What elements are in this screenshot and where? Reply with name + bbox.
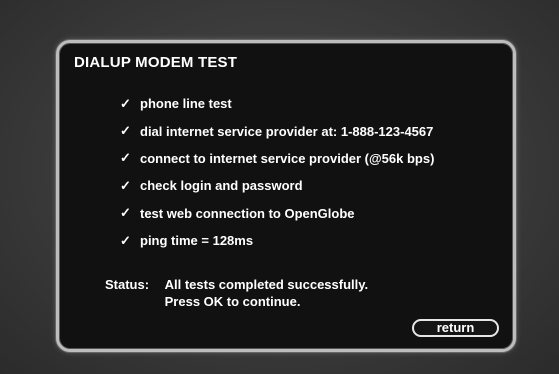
- status-label: Status:: [105, 277, 150, 292]
- check-icon: ✓: [120, 95, 131, 111]
- test-item-ping: ✓ ping time = 128ms: [120, 227, 434, 254]
- check-icon: ✓: [120, 205, 131, 221]
- test-label: dial internet service provider at: 1-888…: [140, 123, 434, 139]
- screen-background: DIALUP MODEM TEST ✓ phone line test ✓ di…: [0, 0, 559, 374]
- check-icon: ✓: [120, 150, 131, 166]
- test-label: connect to internet service provider (@5…: [140, 150, 435, 166]
- check-icon: ✓: [120, 123, 131, 139]
- dialup-test-panel: DIALUP MODEM TEST ✓ phone line test ✓ di…: [56, 40, 516, 352]
- status-line-2: Press OK to continue.: [164, 294, 301, 309]
- panel-title: DIALUP MODEM TEST: [74, 54, 238, 71]
- test-label: ping time = 128ms: [140, 233, 254, 249]
- check-icon: ✓: [120, 177, 131, 193]
- check-icon: ✓: [120, 232, 131, 248]
- test-item-dial-isp: ✓ dial internet service provider at: 1-8…: [120, 117, 434, 144]
- test-item-connect-isp: ✓ connect to internet service provider (…: [120, 145, 434, 172]
- test-item-login: ✓ check login and password: [120, 172, 434, 199]
- test-label: phone line test: [140, 96, 232, 112]
- test-item-phone-line: ✓ phone line test: [120, 90, 434, 117]
- return-button[interactable]: return: [412, 319, 499, 337]
- status-text: All tests completed successfully. Press …: [165, 276, 369, 310]
- status-line-1: All tests completed successfully.: [164, 277, 369, 292]
- status-message: Status: All tests completed successfully…: [105, 276, 368, 310]
- test-item-web-connection: ✓ test web connection to OpenGlobe: [120, 200, 434, 227]
- test-label: check login and password: [140, 178, 303, 194]
- test-label: test web connection to OpenGlobe: [140, 205, 355, 221]
- test-list: ✓ phone line test ✓ dial internet servic…: [120, 90, 434, 254]
